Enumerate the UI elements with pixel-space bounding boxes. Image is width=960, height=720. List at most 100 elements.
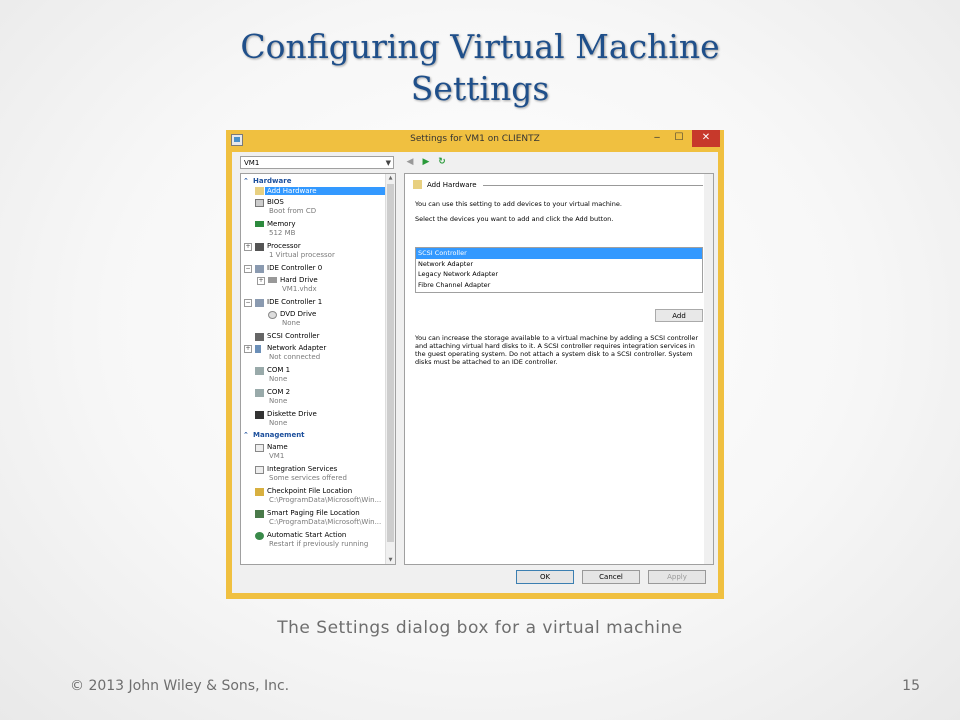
- tree-item-automatic-start[interactable]: Automatic Start Action: [267, 531, 346, 539]
- tree-sub-hard-drive: VM1.vhdx: [282, 285, 317, 293]
- hard-drive-icon: [268, 277, 277, 283]
- tree-item-integration-services[interactable]: Integration Services: [267, 465, 337, 473]
- device-item[interactable]: Fibre Channel Adapter: [416, 280, 702, 291]
- device-list[interactable]: SCSI Controller Network Adapter Legacy N…: [415, 247, 703, 293]
- tree-item-com2[interactable]: COM 2: [267, 388, 290, 396]
- add-hardware-icon: [255, 187, 264, 195]
- tree-item-dvd-drive[interactable]: DVD Drive: [280, 310, 316, 318]
- vm-selector[interactable]: VM1 ▼: [240, 156, 394, 169]
- com-port-icon: [255, 389, 264, 397]
- slide-caption: The Settings dialog box for a virtual ma…: [277, 618, 683, 638]
- management-section-label: Management: [253, 431, 305, 439]
- tree-item-scsi-controller[interactable]: SCSI Controller: [267, 332, 320, 340]
- close-button[interactable]: ✕: [692, 130, 720, 147]
- tree-item-ide-controller-0[interactable]: IDE Controller 0: [267, 264, 322, 272]
- checkpoint-folder-icon: [255, 488, 264, 496]
- collapse-ide1-icon[interactable]: −: [244, 299, 252, 307]
- maximize-button[interactable]: ☐: [668, 130, 690, 147]
- slide-title: Configuring Virtual Machine Settings: [0, 26, 960, 110]
- detail-scrollbar[interactable]: [704, 174, 713, 564]
- com-port-icon: [255, 367, 264, 375]
- tree-item-ide-controller-1[interactable]: IDE Controller 1: [267, 298, 322, 306]
- refresh-icon[interactable]: ↻: [436, 156, 448, 168]
- tree-sub-dvd-drive: None: [282, 319, 301, 327]
- smart-paging-icon: [255, 510, 264, 518]
- tree-item-checkpoint-location[interactable]: Checkpoint File Location: [267, 487, 352, 495]
- tree-sub-processor: 1 Virtual processor: [269, 251, 335, 259]
- settings-tree: ⌃ Hardware Add Hardware BIOS Boot from CD…: [240, 173, 396, 565]
- slide-title-line-1: Configuring Virtual Machine: [240, 27, 720, 66]
- detail-pane: Add Hardware You can use this setting to…: [404, 173, 714, 565]
- collapse-chevron-icon: ⌃: [243, 431, 249, 439]
- tree-sub-memory: 512 MB: [269, 229, 296, 237]
- device-item[interactable]: Legacy Network Adapter: [416, 269, 702, 280]
- dvd-drive-icon: [268, 311, 277, 319]
- tree-item-network-adapter[interactable]: Network Adapter: [267, 344, 326, 352]
- detail-instruction: Select the devices you want to add and c…: [415, 215, 614, 223]
- detail-info-text: You can increase the storage available t…: [415, 334, 699, 366]
- ok-button[interactable]: OK: [516, 570, 574, 584]
- detail-intro: You can use this setting to add devices …: [415, 200, 622, 208]
- tree-item-name[interactable]: Name: [267, 443, 288, 451]
- cancel-button[interactable]: Cancel: [582, 570, 640, 584]
- processor-icon: [255, 243, 264, 251]
- bios-icon: [255, 199, 264, 207]
- diskette-icon: [255, 411, 264, 419]
- vm-selector-value: VM1: [244, 159, 260, 167]
- tree-sub-com1: None: [269, 375, 288, 383]
- tree-sub-bios: Boot from CD: [269, 207, 317, 215]
- tree-sub-name: VM1: [269, 452, 285, 460]
- apply-button[interactable]: Apply: [648, 570, 706, 584]
- tree-item-bios[interactable]: BIOS: [267, 198, 284, 206]
- scroll-down-icon[interactable]: ▼: [386, 557, 395, 563]
- dialog-titlebar[interactable]: Settings for VM1 on CLIENTZ ‒ ☐ ✕: [226, 130, 724, 152]
- ide-controller-icon: [255, 265, 264, 273]
- detail-heading: Add Hardware: [427, 181, 477, 189]
- name-icon: [255, 444, 264, 452]
- tree-scroll-thumb[interactable]: [387, 184, 394, 542]
- tree-sub-network-adapter: Not connected: [269, 353, 321, 361]
- tree-sub-automatic-start: Restart if previously running: [269, 540, 369, 548]
- scroll-up-icon[interactable]: ▲: [386, 175, 395, 181]
- tree-sub-diskette-drive: None: [269, 419, 288, 427]
- tree-item-memory[interactable]: Memory: [267, 220, 295, 228]
- settings-dialog: Settings for VM1 on CLIENTZ ‒ ☐ ✕ VM1 ▼ …: [226, 130, 724, 599]
- page-number: 15: [902, 678, 920, 694]
- network-adapter-icon: [255, 345, 261, 353]
- device-item[interactable]: SCSI Controller: [416, 248, 702, 259]
- hardware-section-header[interactable]: ⌃ Hardware: [243, 177, 291, 185]
- collapse-chevron-icon: ⌃: [243, 177, 249, 185]
- memory-icon: [255, 221, 264, 227]
- expand-processor-icon[interactable]: +: [244, 243, 252, 251]
- tree-scrollbar[interactable]: ▲ ▼: [385, 174, 395, 564]
- scsi-controller-icon: [255, 333, 264, 341]
- minimize-button[interactable]: ‒: [646, 130, 668, 147]
- collapse-ide0-icon[interactable]: −: [244, 265, 252, 273]
- tree-item-smart-paging-location[interactable]: Smart Paging File Location: [267, 509, 360, 517]
- integration-services-icon: [255, 466, 264, 474]
- chevron-down-icon: ▼: [385, 159, 391, 167]
- slide-title-line-2: Settings: [410, 69, 550, 108]
- ide-controller-icon: [255, 299, 264, 307]
- hardware-section-label: Hardware: [253, 177, 292, 185]
- add-button[interactable]: Add: [655, 309, 703, 322]
- tree-item-diskette-drive[interactable]: Diskette Drive: [267, 410, 317, 418]
- copyright-footer: © 2013 John Wiley & Sons, Inc.: [70, 678, 290, 694]
- tree-sub-smart-paging-location: C:\ProgramData\Microsoft\Win...: [269, 518, 382, 526]
- device-item[interactable]: Network Adapter: [416, 259, 702, 270]
- management-section-header[interactable]: ⌃ Management: [243, 431, 305, 439]
- group-divider: [483, 185, 703, 186]
- expand-network-adapter-icon[interactable]: +: [244, 345, 252, 353]
- tree-item-add-hardware[interactable]: Add Hardware: [265, 187, 385, 195]
- tree-item-hard-drive[interactable]: Hard Drive: [280, 276, 318, 284]
- add-hardware-icon: [413, 180, 422, 189]
- back-arrow-icon[interactable]: ◀: [404, 156, 416, 168]
- forward-arrow-icon[interactable]: ▶: [420, 156, 432, 168]
- tree-item-com1[interactable]: COM 1: [267, 366, 290, 374]
- tree-item-processor[interactable]: Processor: [267, 242, 301, 250]
- tree-sub-com2: None: [269, 397, 288, 405]
- expand-hard-drive-icon[interactable]: +: [257, 277, 265, 285]
- automatic-start-icon: [255, 532, 264, 540]
- tree-sub-checkpoint-location: C:\ProgramData\Microsoft\Win...: [269, 496, 382, 504]
- tree-sub-integration-services: Some services offered: [269, 474, 347, 482]
